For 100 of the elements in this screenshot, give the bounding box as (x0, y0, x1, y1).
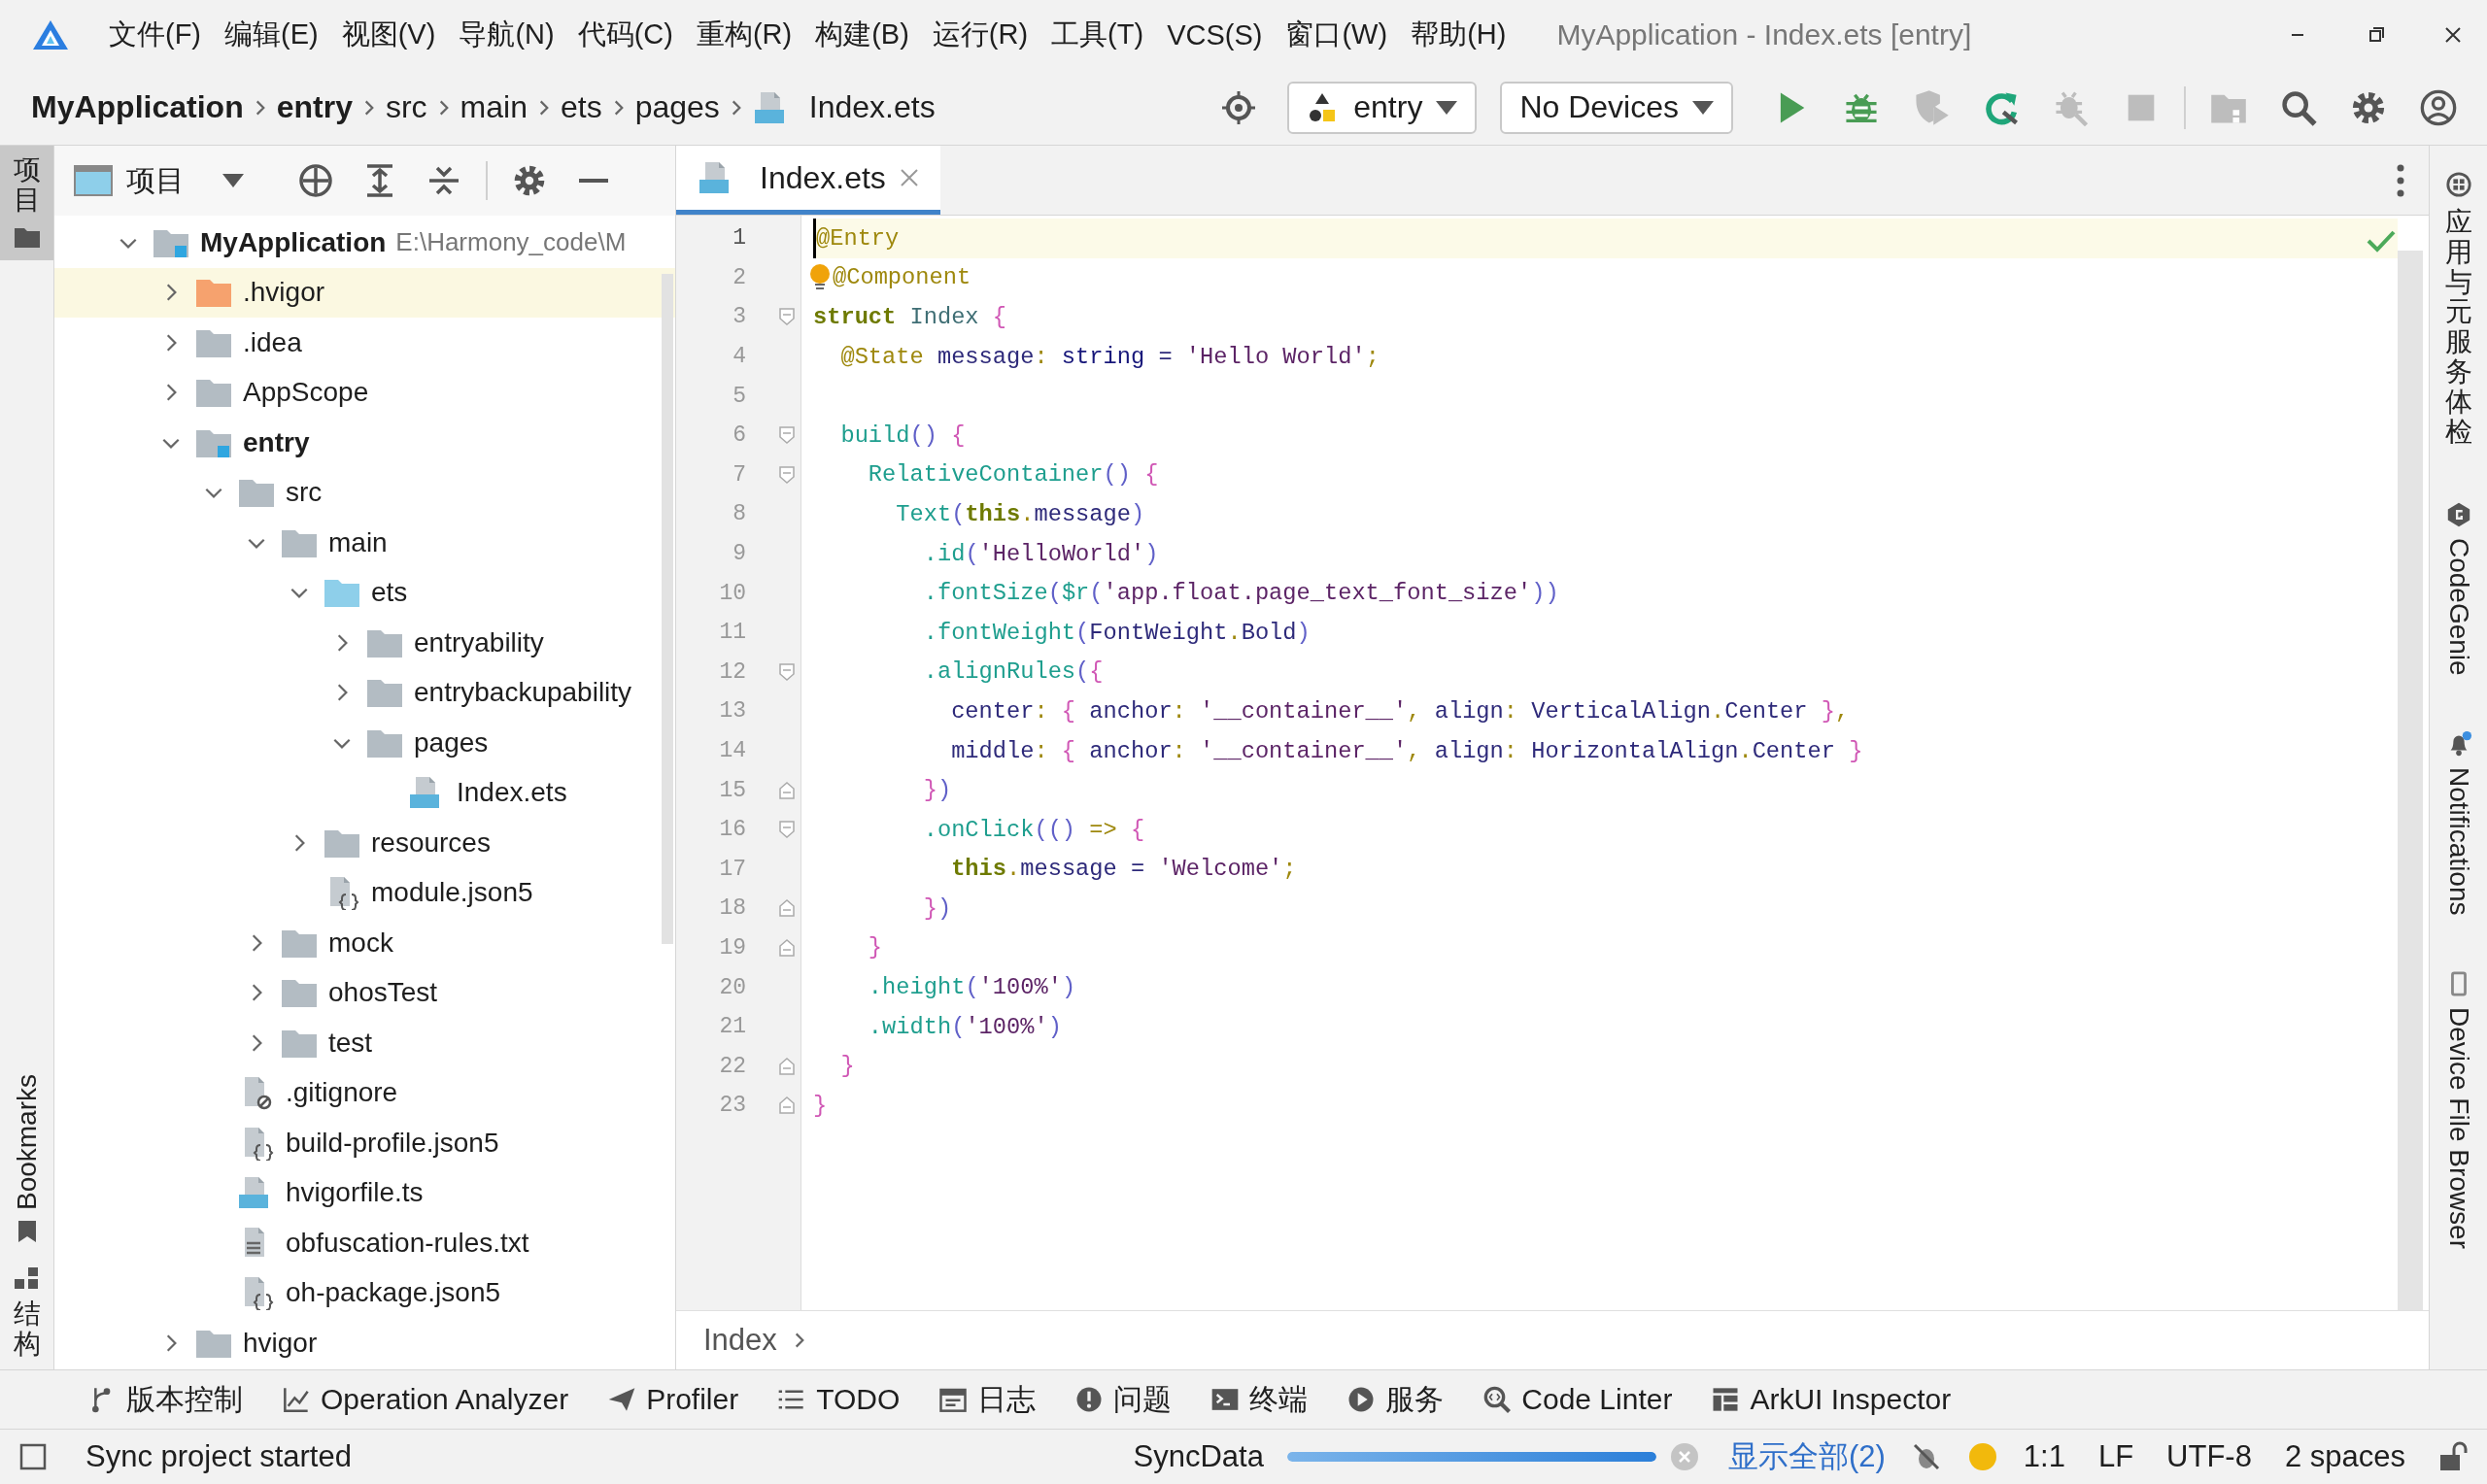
tree-item[interactable]: hvigor (54, 1318, 675, 1368)
tree-item[interactable]: .idea (54, 318, 675, 368)
tool-window-button[interactable]: 服务 (1346, 1379, 1445, 1420)
tree-item[interactable]: ohosTest (54, 967, 675, 1018)
line-number: 23 (718, 1092, 747, 1121)
line-number: 10 (718, 579, 747, 608)
menu-item[interactable]: 编辑(E) (213, 10, 330, 60)
breadcrumb-item[interactable]: pages (634, 89, 720, 125)
line-number: 18 (718, 894, 747, 924)
line-number: 8 (732, 500, 747, 529)
show-all-link[interactable]: 显示全部(2) (1727, 1436, 1886, 1477)
code-line: .onClick(() => { (922, 815, 1146, 845)
tree-item[interactable]: obfuscation-rules.txt (54, 1218, 675, 1268)
line-number: 13 (718, 697, 747, 726)
line-number: 15 (718, 776, 747, 805)
breadcrumb-item[interactable]: Index.ets (752, 89, 936, 125)
breadcrumb-item[interactable]: Index (703, 1323, 777, 1358)
side-tab[interactable]: 应用与元服务体检 (2443, 171, 2473, 448)
tree-item[interactable]: resources (54, 818, 675, 868)
locate-icon[interactable] (297, 162, 334, 199)
line-ending[interactable]: LF (2097, 1439, 2134, 1474)
task-name: SyncData (1133, 1439, 1264, 1474)
code-line: Text(this.message) (895, 499, 1146, 529)
code-line: } (813, 1091, 829, 1121)
panel-toggle-icon[interactable] (19, 1443, 47, 1470)
caret-icon (1692, 100, 1714, 115)
tree-item[interactable]: entry (54, 418, 675, 468)
run-config-dropdown[interactable]: entry (1287, 81, 1478, 134)
tree-item[interactable]: MyApplication E:\Harmony_code\M (54, 218, 675, 268)
side-tab[interactable]: Notifications (2442, 730, 2474, 916)
side-tab[interactable]: 项目 (0, 146, 53, 260)
code-line: .alignRules({ (922, 658, 1105, 688)
more-icon[interactable] (2396, 162, 2405, 198)
tree-item[interactable]: build-profile.json5 (54, 1118, 675, 1168)
view-selector[interactable]: 项目 (74, 160, 245, 201)
line-number: 19 (718, 934, 747, 962)
file-encoding[interactable]: UTF-8 (2166, 1439, 2252, 1474)
tree-item[interactable]: src (54, 467, 675, 518)
tool-window-button[interactable]: ArkUI Inspector (1711, 1383, 1952, 1416)
line-number: 2 (732, 263, 747, 292)
tree-item[interactable]: mock (54, 918, 675, 968)
tool-window-button[interactable]: 版本控制 (87, 1379, 243, 1420)
breadcrumb-item[interactable]: MyApplication (31, 89, 244, 125)
tree-item[interactable]: oh-package.json5 (54, 1267, 675, 1318)
breadcrumb-item[interactable]: entry (276, 89, 353, 125)
menu-item[interactable]: 帮助(H) (1399, 10, 1518, 60)
editor-tab[interactable]: Index.ets (676, 146, 940, 215)
scrollbar-track[interactable] (2398, 251, 2423, 1310)
tool-window-button[interactable]: TODO (777, 1383, 901, 1416)
code-line: } (839, 1052, 856, 1082)
menu-item[interactable]: 文件(F) (97, 10, 214, 60)
menu-item[interactable]: 工具(T) (1039, 10, 1156, 60)
tree-item[interactable]: ets (54, 567, 675, 618)
tool-window-button[interactable]: 日志 (938, 1379, 1037, 1420)
tree-item[interactable]: pages (54, 718, 675, 768)
scrollbar-thumb[interactable] (662, 274, 673, 944)
tree-item[interactable]: hvigorfile.ts (54, 1167, 675, 1218)
tree-item[interactable]: test (54, 1018, 675, 1068)
tree-item[interactable]: main (54, 518, 675, 568)
menu-item[interactable]: VCS(S) (1155, 13, 1275, 57)
side-tab[interactable]: Bookmarks (0, 1064, 53, 1256)
line-number: 12 (718, 658, 747, 687)
breadcrumb-item[interactable]: ets (560, 89, 602, 125)
menu-item[interactable]: 构建(B) (803, 10, 921, 60)
tree-item[interactable]: module.json5 (54, 867, 675, 918)
tree-item[interactable]: entrybackupability (54, 667, 675, 718)
menu-item[interactable]: 导航(N) (447, 10, 566, 60)
tree-item[interactable]: entryability (54, 618, 675, 668)
tree-item[interactable]: Index.ets (54, 767, 675, 818)
tool-window-button[interactable]: Code Linter (1482, 1383, 1673, 1416)
side-tab[interactable]: 结构 (0, 1255, 53, 1369)
menu-item[interactable]: 视图(V) (329, 10, 448, 60)
menu-item[interactable]: 运行(R) (920, 10, 1040, 60)
tool-window-button[interactable]: 问题 (1074, 1379, 1173, 1420)
caret-position[interactable]: 1:1 (2023, 1439, 2065, 1474)
tool-window-button[interactable]: Operation Analyzer (282, 1383, 569, 1416)
target-icon[interactable] (1221, 89, 1257, 125)
menu-item[interactable]: 窗口(W) (1274, 10, 1400, 60)
code-line: RelativeContainer() { (867, 460, 1160, 490)
lightbulb-icon[interactable] (807, 262, 833, 292)
unlock-icon[interactable] (2438, 1441, 2468, 1472)
tool-window-button[interactable]: Profiler (607, 1383, 739, 1416)
tree-item[interactable]: AppScope (54, 367, 675, 418)
account-icon[interactable] (2419, 87, 2458, 127)
tool-window-button[interactable]: 终端 (1210, 1379, 1309, 1420)
line-number: 1 (732, 224, 747, 253)
menu-item[interactable]: 代码(C) (565, 10, 685, 60)
window-title: MyApplication - Index.ets [entry] (1556, 18, 1973, 51)
status-dot-icon[interactable] (1966, 1441, 1998, 1472)
side-tab[interactable]: CodeGenie (2442, 501, 2474, 677)
indent-setting[interactable]: 2 spaces (2284, 1439, 2405, 1474)
breadcrumb-item[interactable]: src (385, 89, 427, 125)
tree-item[interactable]: .gitignore (54, 1067, 675, 1118)
side-tab[interactable]: Device File Browser (2442, 969, 2474, 1249)
breadcrumb-item[interactable]: main (460, 89, 528, 125)
line-number: 14 (718, 737, 747, 765)
tree-item[interactable]: .hvigor (54, 267, 675, 318)
menu-item[interactable]: 重构(R) (684, 10, 804, 60)
device-dropdown[interactable]: No Devices (1500, 81, 1733, 134)
code-line: middle: { anchor: '__container__', align: HorizontalAlign.Center } (950, 736, 1864, 766)
